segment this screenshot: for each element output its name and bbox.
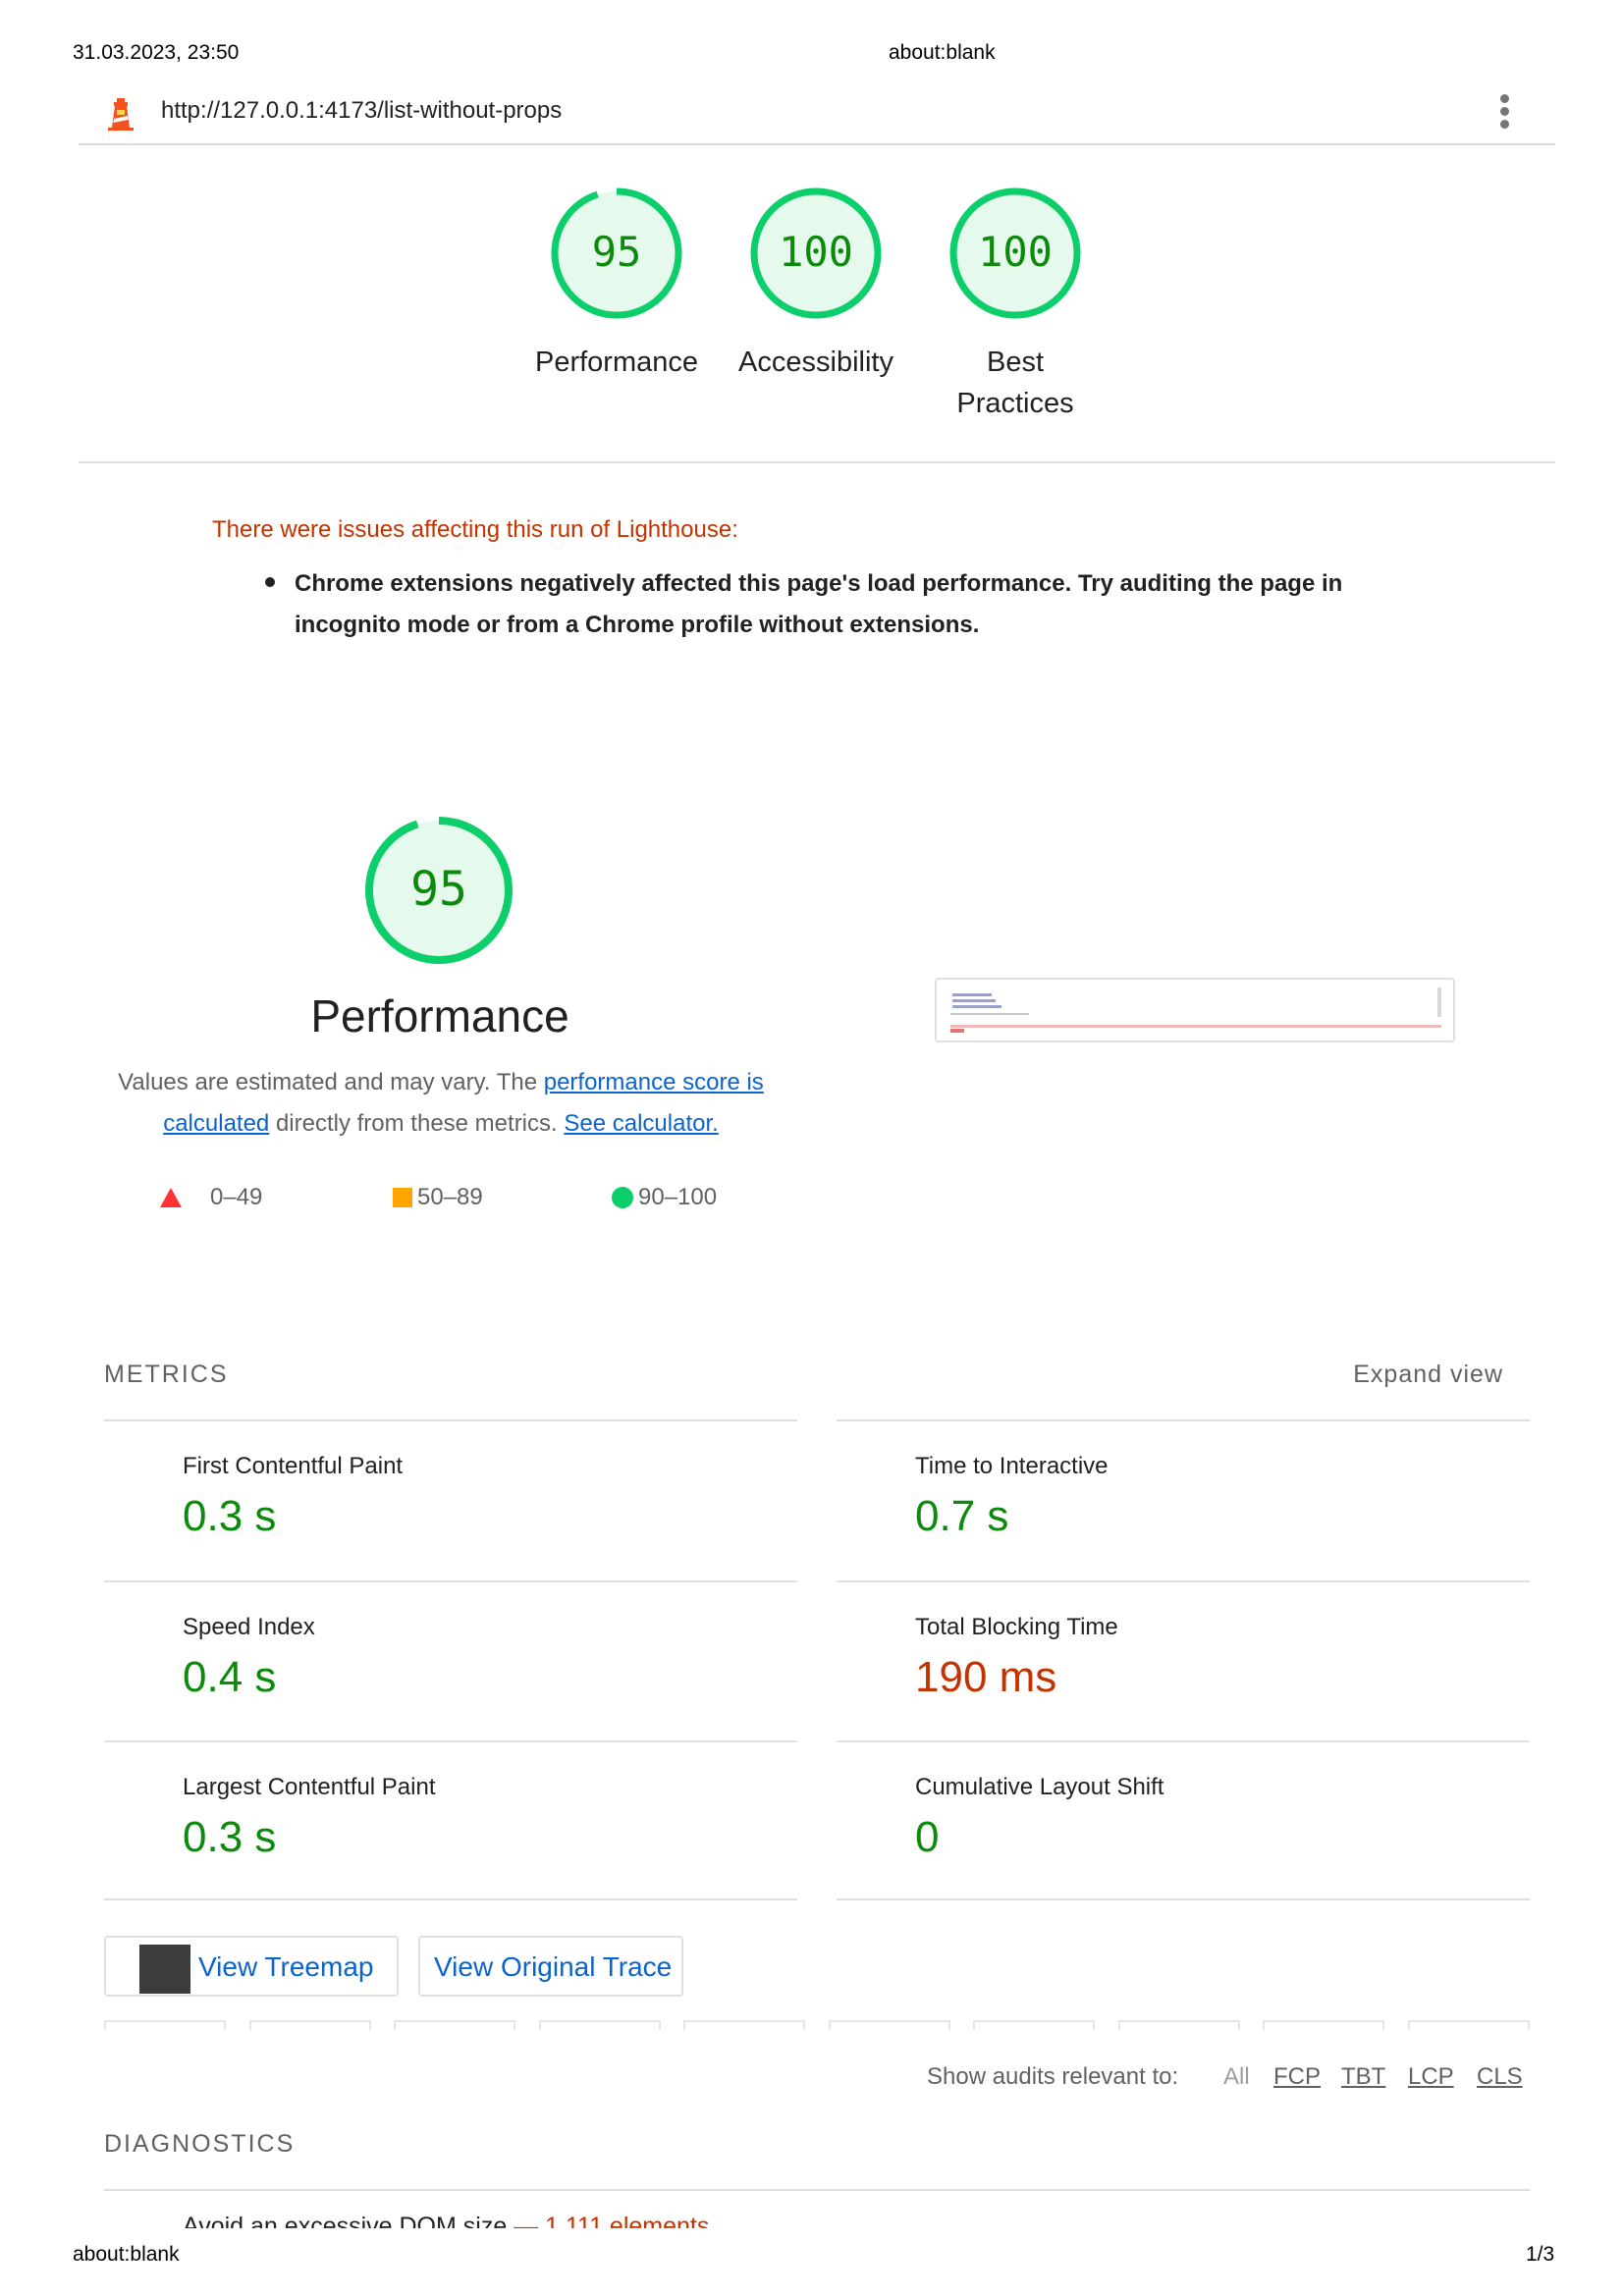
filmstrip-thumbnail xyxy=(248,2020,371,2030)
filmstrip-thumbnail xyxy=(1117,2020,1240,2030)
pass-circle-icon xyxy=(612,1187,633,1208)
category-gauge[interactable]: 100 Best Practices xyxy=(927,187,1104,424)
metric-value: 0.7 s xyxy=(915,1492,1009,1540)
filter-chip-lcp[interactable]: LCP xyxy=(1408,2063,1454,2091)
metrics-header: METRICS xyxy=(104,1361,229,1388)
gauge-score: 95 xyxy=(591,228,642,276)
category-gauge[interactable]: 95 Performance xyxy=(528,187,705,383)
diagnostic-label: Avoid an excessive DOM size xyxy=(183,2215,508,2228)
filter-chip-fcp[interactable]: FCP xyxy=(1273,2063,1321,2091)
filter-chip-cls[interactable]: CLS xyxy=(1477,2063,1523,2091)
gauge-score: 100 xyxy=(779,228,853,276)
expand-view-toggle[interactable]: Expand view xyxy=(1353,1361,1503,1389)
filmstrip-thumbnail xyxy=(1263,2020,1384,2030)
metric-value: 0.3 s xyxy=(183,1492,277,1540)
filmstrip-thumbnail xyxy=(973,2020,1095,2030)
metric-label: Largest Contentful Paint xyxy=(183,1774,436,1800)
performance-title: Performance xyxy=(310,990,569,1041)
metric-label: Total Blocking Time xyxy=(915,1614,1118,1640)
legend-pass: 90–100 xyxy=(638,1184,718,1210)
performance-description: Values are estimated and may vary. The p… xyxy=(102,1062,780,1145)
view-trace-button[interactable]: View Original Trace xyxy=(418,1936,683,1997)
gauge-score: 100 xyxy=(978,228,1053,276)
filmstrip-thumbnail xyxy=(538,2020,661,2030)
metric-item: Cumulative Layout Shift 0 xyxy=(837,1740,1530,1901)
filmstrip-thumbnail xyxy=(828,2020,950,2030)
divider xyxy=(837,1898,1530,1900)
legend-average: 50–89 xyxy=(417,1184,483,1210)
desc-prefix: Values are estimated and may vary. The xyxy=(118,1069,544,1095)
fail-triangle-icon xyxy=(160,1188,182,1207)
divider xyxy=(79,461,1555,463)
gauge-ring: 100 xyxy=(948,187,1082,320)
lighthouse-icon xyxy=(104,94,137,132)
view-treemap-button[interactable]: View Treemap xyxy=(104,1936,399,1997)
final-screenshot[interactable] xyxy=(935,978,1455,1042)
filter-label: Show audits relevant to: xyxy=(927,2063,1179,2090)
metric-value: 190 ms xyxy=(915,1653,1057,1701)
report-topbar: http://127.0.0.1:4173/list-without-props xyxy=(79,82,1555,145)
filmstrip-thumbnail xyxy=(394,2020,515,2030)
desc-middle: directly from these metrics. xyxy=(269,1110,565,1137)
metric-item: Speed Index 0.4 s xyxy=(104,1580,797,1741)
print-title: about:blank xyxy=(889,41,996,64)
calculator-link[interactable]: See calculator. xyxy=(564,1110,718,1137)
gauge-ring: 95 xyxy=(550,187,683,320)
treemap-label: View Treemap xyxy=(198,1951,374,1982)
filter-chip-tbt[interactable]: TBT xyxy=(1341,2063,1385,2091)
divider xyxy=(104,2189,1530,2191)
bullet xyxy=(265,577,275,587)
metric-item: Total Blocking Time 190 ms xyxy=(837,1580,1530,1741)
metric-item: First Contentful Paint 0.3 s xyxy=(104,1419,797,1580)
warnings-title: There were issues affecting this run of … xyxy=(212,516,738,543)
gauge-ring: 100 xyxy=(749,187,883,320)
category-gauge[interactable]: 100 Accessibility xyxy=(728,187,904,383)
divider xyxy=(104,1898,797,1900)
performance-gauge: 95 xyxy=(363,815,514,966)
gauge-label: Best Practices xyxy=(956,347,1074,419)
print-page-number: 1/3 xyxy=(1526,2243,1555,2266)
filter-chip-all[interactable]: All xyxy=(1223,2063,1250,2091)
diagnostic-value: — 1,111 elements xyxy=(514,2215,710,2228)
metric-label: First Contentful Paint xyxy=(183,1453,404,1479)
page-url[interactable]: http://127.0.0.1:4173/list-without-props xyxy=(161,97,562,125)
legend-fail: 0–49 xyxy=(210,1184,263,1210)
metric-item: Time to Interactive 0.7 s xyxy=(837,1419,1530,1580)
trace-label: View Original Trace xyxy=(434,1951,673,1982)
gauge-label: Accessibility xyxy=(738,347,893,378)
warning-item: Chrome extensions negatively affected th… xyxy=(295,570,1343,638)
metric-value: 0.4 s xyxy=(183,1653,277,1701)
filmstrip-thumbnail xyxy=(683,2020,805,2030)
metric-label: Speed Index xyxy=(183,1614,315,1640)
diagnostics-header: DIAGNOSTICS xyxy=(104,2130,296,2158)
treemap-icon xyxy=(139,1945,190,1994)
average-square-icon xyxy=(393,1188,412,1207)
metric-label: Cumulative Layout Shift xyxy=(915,1774,1164,1800)
metric-value: 0 xyxy=(915,1813,940,1861)
metric-item: Largest Contentful Paint 0.3 s xyxy=(104,1740,797,1901)
metric-label: Time to Interactive xyxy=(915,1453,1109,1479)
kebab-menu-icon[interactable] xyxy=(1498,94,1510,132)
print-footer-left: about:blank xyxy=(73,2243,180,2266)
gauge-label: Performance xyxy=(534,347,698,378)
metric-value: 0.3 s xyxy=(183,1813,277,1861)
diagnostic-item[interactable]: Avoid an excessive DOM size — 1,111 elem… xyxy=(183,2215,709,2228)
print-datetime: 31.03.2023, 23:50 xyxy=(73,41,240,64)
performance-score: 95 xyxy=(410,862,467,917)
filmstrip-thumbnail xyxy=(1407,2020,1530,2030)
filmstrip-thumbnail xyxy=(104,2020,226,2030)
